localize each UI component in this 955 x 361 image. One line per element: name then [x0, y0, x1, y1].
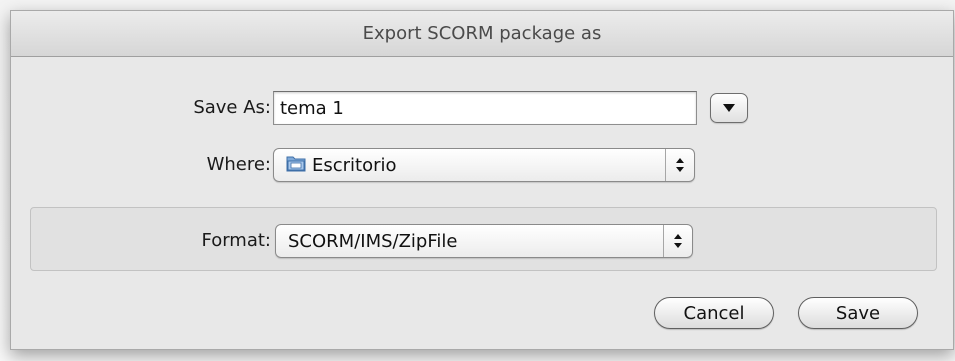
expand-dialog-button[interactable] — [710, 93, 748, 123]
save-as-field[interactable] — [273, 91, 697, 125]
where-selected: Escritorio — [312, 154, 397, 176]
where-popup[interactable]: Escritorio — [273, 148, 695, 182]
up-down-arrows-icon — [665, 149, 694, 181]
where-label: Where: — [206, 154, 271, 175]
window-title: Export SCORM package as — [362, 23, 602, 44]
triangle-down-icon — [723, 104, 735, 112]
export-dialog: Export SCORM package as Save As: Where: … — [10, 10, 954, 350]
screen-background: Export SCORM package as Save As: Where: … — [0, 0, 955, 361]
up-down-arrows-icon — [663, 225, 692, 257]
folder-icon — [286, 154, 306, 176]
save-as-label: Save As: — [193, 97, 271, 118]
format-popup[interactable]: SCORM/IMS/ZipFile — [275, 224, 693, 258]
save-button[interactable]: Save — [798, 297, 918, 329]
format-selected: SCORM/IMS/ZipFile — [288, 230, 458, 252]
cancel-button[interactable]: Cancel — [654, 297, 774, 329]
format-label: Format: — [201, 230, 272, 251]
title-bar: Export SCORM package as — [11, 11, 953, 57]
